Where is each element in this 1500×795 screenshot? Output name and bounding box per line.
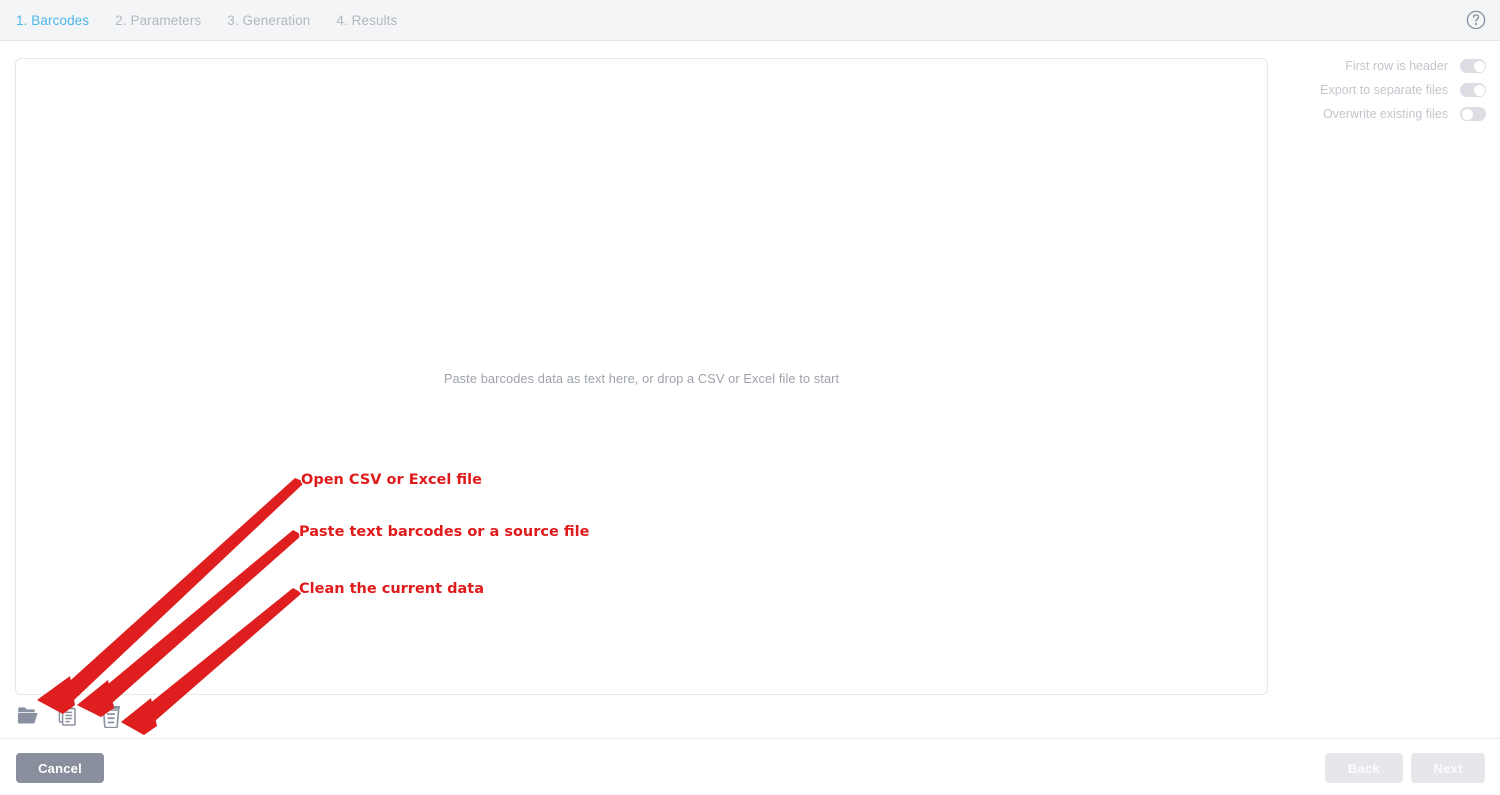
wizard-header: 1. Barcodes 2. Parameters 3. Generation … <box>0 0 1500 41</box>
tab-barcodes[interactable]: 1. Barcodes <box>16 13 89 28</box>
tab-generation[interactable]: 3. Generation <box>227 13 310 28</box>
export-options-panel: First row is header Export to separate f… <box>1270 54 1486 126</box>
toggle-first-row-is-header[interactable] <box>1460 59 1486 73</box>
help-circle-icon[interactable] <box>1465 9 1487 31</box>
cancel-button[interactable]: Cancel <box>16 753 104 783</box>
tab-parameters[interactable]: 2. Parameters <box>115 13 201 28</box>
barcode-wizard-window: 1. Barcodes 2. Parameters 3. Generation … <box>0 0 1500 795</box>
open-folder-icon[interactable] <box>16 703 42 729</box>
data-source-toolbar <box>16 703 124 729</box>
back-button[interactable]: Back <box>1325 753 1403 783</box>
toggle-export-to-separate-files[interactable] <box>1460 83 1486 97</box>
toggle-knob <box>1474 61 1485 72</box>
footer-divider <box>0 738 1500 739</box>
toggle-knob <box>1474 85 1485 96</box>
barcode-data-drop-area[interactable]: Paste barcodes data as text here, or dro… <box>15 58 1268 695</box>
next-button[interactable]: Next <box>1411 753 1485 783</box>
option-label-export-to-separate-files: Export to separate files <box>1320 83 1448 97</box>
option-row-overwrite-existing-files: Overwrite existing files <box>1270 102 1486 126</box>
toggle-overwrite-existing-files[interactable] <box>1460 107 1486 121</box>
paste-documents-icon[interactable] <box>57 703 83 729</box>
option-label-first-row-is-header: First row is header <box>1345 59 1448 73</box>
option-row-first-row-is-header: First row is header <box>1270 54 1486 78</box>
option-label-overwrite-existing-files: Overwrite existing files <box>1323 107 1448 121</box>
option-row-export-to-separate-files: Export to separate files <box>1270 78 1486 102</box>
trash-icon[interactable] <box>98 703 124 729</box>
drop-area-hint-text: Paste barcodes data as text here, or dro… <box>16 371 1267 386</box>
toggle-knob <box>1462 109 1473 120</box>
tab-results[interactable]: 4. Results <box>336 13 397 28</box>
wizard-step-tabs: 1. Barcodes 2. Parameters 3. Generation … <box>16 0 397 40</box>
